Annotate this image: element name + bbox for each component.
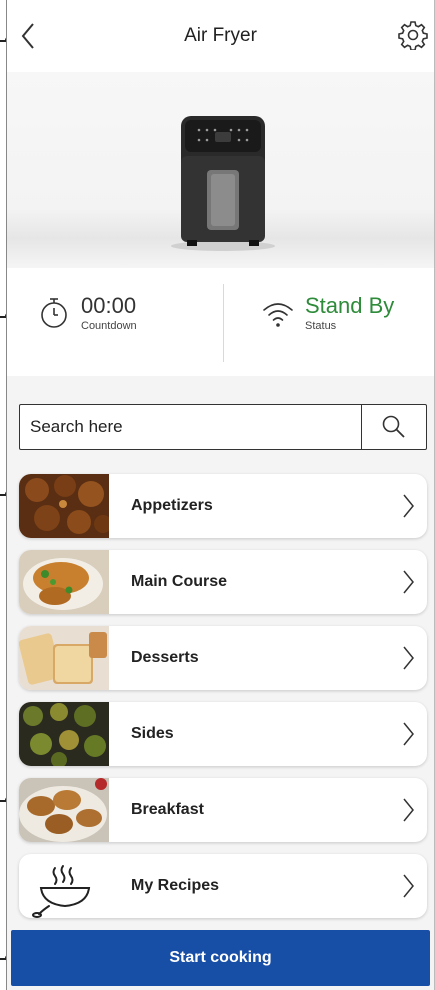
status-value: Stand By (305, 293, 395, 318)
chevron-right-icon (403, 570, 414, 594)
breakfast-thumbnail (19, 778, 109, 842)
countdown-display: 00:00 Countdown (37, 294, 137, 332)
chevron-right-icon (403, 874, 414, 898)
search-input[interactable]: Search here (20, 405, 361, 449)
category-sides[interactable]: Sides (19, 702, 427, 766)
back-arrow-icon[interactable] (15, 18, 43, 54)
sides-thumbnail (19, 702, 109, 766)
product-banner (7, 72, 434, 268)
category-label: My Recipes (131, 877, 220, 894)
start-cooking-button[interactable]: Start cooking (11, 930, 430, 986)
divider (223, 284, 224, 362)
air-fryer-image (171, 116, 275, 251)
category-main-course[interactable]: Main Course (19, 550, 427, 614)
desserts-thumbnail (19, 626, 109, 690)
category-label: Main Course (131, 573, 228, 590)
app-screen: Air Fryer 00:00 Countdown Stand By Statu… (6, 0, 435, 990)
search-bar: Search here (19, 404, 427, 450)
countdown-label: Countdown (81, 320, 137, 332)
chevron-right-icon (403, 798, 414, 822)
category-desserts[interactable]: Desserts (19, 626, 427, 690)
category-appetizers[interactable]: Appetizers (19, 474, 427, 538)
countdown-value: 00:00 (81, 293, 137, 318)
chevron-right-icon (403, 722, 414, 746)
wifi-icon (263, 303, 293, 327)
bowl-icon (32, 865, 91, 918)
category-label: Desserts (131, 649, 199, 666)
search-button[interactable] (361, 405, 426, 449)
category-label: Breakfast (131, 801, 204, 818)
chevron-right-icon (403, 646, 414, 670)
status-panel: 00:00 Countdown Stand By Status (7, 268, 434, 376)
category-label: Sides (131, 725, 174, 742)
category-my-recipes[interactable]: My Recipes (19, 854, 427, 918)
appetizers-thumbnail (19, 474, 109, 538)
main-course-thumbnail (19, 550, 109, 614)
status-label: Status (305, 320, 337, 332)
category-breakfast[interactable]: Breakfast (19, 778, 427, 842)
top-bar: Air Fryer (7, 0, 434, 72)
stopwatch-icon (41, 298, 67, 328)
category-label: Appetizers (131, 497, 213, 514)
search-icon (382, 415, 405, 438)
gear-icon[interactable] (398, 20, 428, 50)
page-title: Air Fryer (184, 25, 257, 46)
status-display: Stand By Status (261, 294, 394, 332)
chevron-right-icon (403, 494, 414, 518)
